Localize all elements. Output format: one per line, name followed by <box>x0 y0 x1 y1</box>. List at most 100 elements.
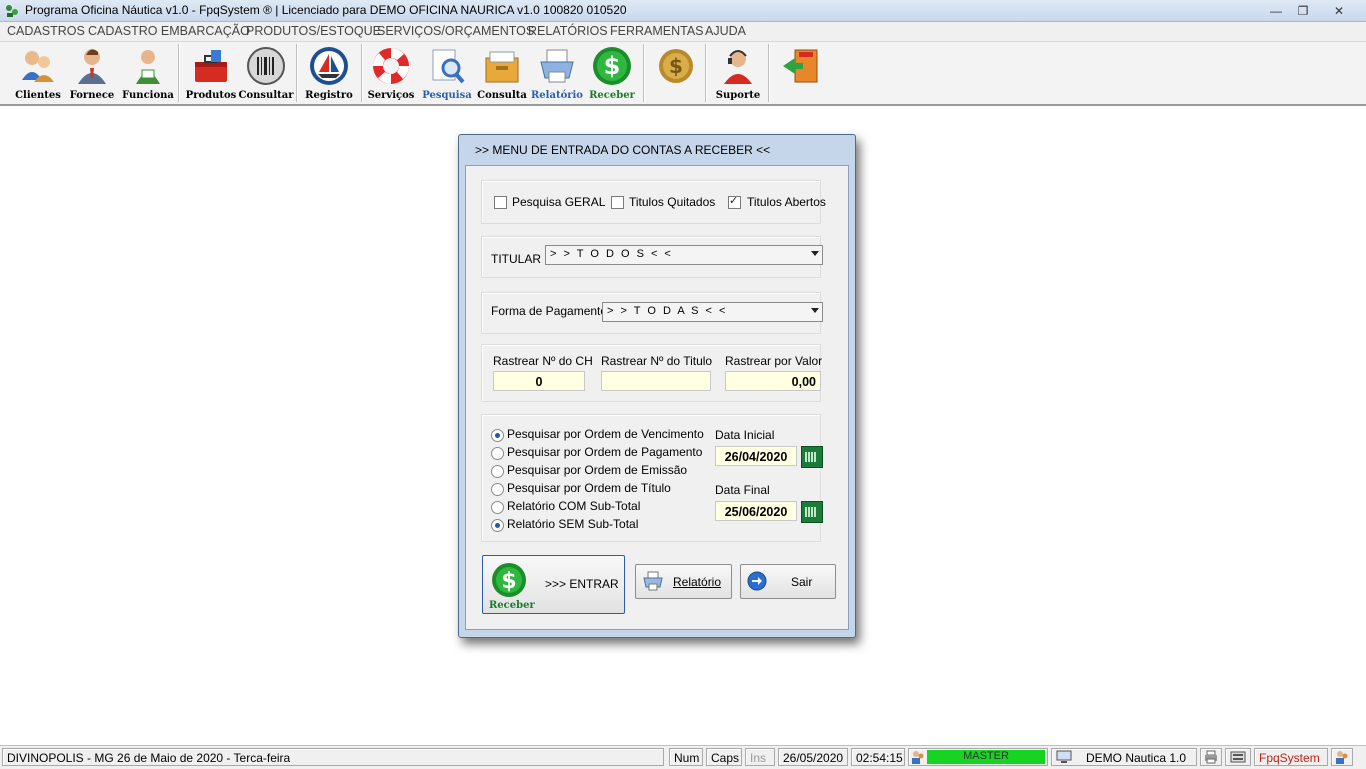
toolbar-relatorio[interactable]: Relatório <box>529 44 585 102</box>
toolbar-coins[interactable]: $ <box>648 44 704 102</box>
titular-select[interactable]: > > T O D O S < < <box>545 245 823 265</box>
toolbar-pesquisa[interactable]: Pesquisa <box>419 44 475 102</box>
printer-status-cell[interactable] <box>1200 748 1222 766</box>
data-inicial-label: Data Inicial <box>715 428 775 442</box>
keyboard-status-cell[interactable] <box>1225 748 1251 766</box>
filter-checkbox-group: Pesquisa GERAL Titulos Quitados Titulos … <box>481 180 826 224</box>
titulos-quitados-checkbox[interactable] <box>611 196 624 209</box>
minimize-button[interactable]: — <box>1262 1 1290 20</box>
data-final-input[interactable]: 25/06/2020 <box>715 501 797 521</box>
radio-ordem-vencimento[interactable] <box>491 429 504 442</box>
radio-ordem-emissao[interactable] <box>491 465 504 478</box>
toolbar-separator <box>705 44 707 102</box>
status-version-cell: DEMO Nautica 1.0 <box>1051 748 1197 766</box>
computer-icon <box>1056 750 1072 763</box>
toolbar-label: Clientes <box>15 90 61 101</box>
titulos-abertos-checkbox[interactable] <box>728 194 741 209</box>
radio-com-subtotal[interactable] <box>491 501 504 514</box>
toolbar-label: Serviços <box>367 90 415 101</box>
titulos-quitados-label: Titulos Quitados <box>629 195 716 209</box>
rastrear-ch-input[interactable]: 0 <box>493 371 585 391</box>
sair-button[interactable]: Sair <box>740 564 836 599</box>
toolbar-registro[interactable]: Registro <box>301 44 357 102</box>
restore-icon: ❐ <box>1297 3 1309 18</box>
toolbar-label: Consulta <box>477 90 527 101</box>
maximize-button[interactable]: ❐ <box>1289 1 1317 20</box>
ordem-emissao-label: Pesquisar por Ordem de Emissão <box>507 463 688 477</box>
toolbar-consultar[interactable]: Consultar <box>238 44 294 102</box>
calendar-icon[interactable] <box>801 501 823 523</box>
pesquisa-geral-checkbox[interactable] <box>494 196 507 209</box>
svg-text:$: $ <box>501 569 516 594</box>
toolbar: Clientes Fornece Funciona Produtos Consu… <box>0 42 1366 106</box>
users-status-cell[interactable] <box>1331 748 1353 766</box>
forma-pagamento-select[interactable]: > > T O D A S < < <box>602 302 823 322</box>
toolbar-produtos[interactable]: Produtos <box>183 44 239 102</box>
file-box-icon <box>485 51 519 83</box>
titular-group: TITULAR > > T O D O S < < <box>481 236 823 278</box>
toolbar-label: Funciona <box>122 90 174 101</box>
data-inicial-input[interactable]: 26/04/2020 <box>715 446 797 466</box>
close-button[interactable]: ✕ <box>1316 1 1362 20</box>
toolbar-receber[interactable]: $ Receber <box>584 44 640 102</box>
menu-ajuda[interactable]: AJUDA <box>705 24 746 38</box>
status-bar: DIVINOPOLIS - MG 26 de Maio de 2020 - Te… <box>0 745 1366 769</box>
ordem-vencimento-label: Pesquisar por Ordem de Vencimento <box>507 427 704 441</box>
keyboard-icon <box>1230 751 1246 763</box>
pesquisa-geral-label: Pesquisa GERAL <box>512 195 606 209</box>
toolbar-separator <box>296 44 298 102</box>
status-ins: Ins <box>745 748 775 766</box>
title-bar: Programa Oficina Náutica v1.0 - FpqSyste… <box>0 0 1366 22</box>
menu-ferramentas[interactable]: FERRAMENTAS <box>610 24 704 38</box>
titular-label: TITULAR <box>491 252 542 266</box>
printer-icon <box>643 571 663 591</box>
status-location: DIVINOPOLIS - MG 26 de Maio de 2020 - Te… <box>2 748 664 766</box>
toolbar-fornece[interactable]: Fornece <box>64 44 120 102</box>
menu-cadastros[interactable]: CADASTROS <box>7 24 85 38</box>
radio-ordem-pagamento[interactable] <box>491 447 504 460</box>
relatorio-label: Relatório <box>673 575 722 589</box>
menu-servicos-orcamentos[interactable]: SERVIÇOS/ORÇAMENTOS <box>377 24 534 38</box>
toolbar-exit[interactable] <box>773 44 829 102</box>
toolbar-label: Suporte <box>715 90 761 101</box>
status-caps: Caps <box>706 748 742 766</box>
status-user-cell: MASTER <box>908 748 1048 766</box>
menu-produtos-estoque[interactable]: PRODUTOS/ESTOQUE <box>246 24 381 38</box>
toolbar-label: Registro <box>305 90 353 101</box>
rastrear-valor-label: Rastrear por Valor <box>725 354 823 368</box>
user-icon <box>912 751 924 764</box>
close-icon: ✕ <box>1333 3 1345 18</box>
toolbar-label: Receber <box>589 90 635 101</box>
chevron-down-icon <box>811 308 819 313</box>
clients-icon <box>22 51 54 82</box>
status-date: 26/05/2020 <box>778 748 848 766</box>
status-user: MASTER <box>927 750 1045 764</box>
radio-sem-subtotal[interactable] <box>491 519 504 532</box>
toolbar-separator <box>178 44 180 102</box>
arrow-right-icon <box>747 571 767 591</box>
forma-pagamento-value: > > T O D A S < < <box>607 305 728 317</box>
menu-relatorios[interactable]: RELATÓRIOS <box>528 24 608 38</box>
relatorio-button[interactable]: Relatório <box>635 564 732 599</box>
users-icon <box>1336 751 1348 764</box>
rastrear-valor-input[interactable]: 0,00 <box>725 371 821 391</box>
magnifier-icon <box>432 49 465 84</box>
toolbar-label: Produtos <box>185 90 237 101</box>
toolbar-servicos[interactable]: Serviços <box>363 44 419 102</box>
entrar-button[interactable]: $ Receber >>> ENTRAR <box>482 555 625 614</box>
toolbar-label: Consultar <box>238 90 294 101</box>
calendar-icon[interactable] <box>801 446 823 468</box>
pagamento-group: Forma de Pagamento > > T O D A S < < <box>481 292 823 334</box>
data-final-label: Data Final <box>715 483 770 497</box>
status-version: DEMO Nautica 1.0 <box>1086 751 1187 765</box>
toolbar-suporte[interactable]: Suporte <box>710 44 766 102</box>
rastrear-titulo-input[interactable] <box>601 371 711 391</box>
toolbar-clientes[interactable]: Clientes <box>10 44 66 102</box>
svg-text:$: $ <box>669 54 683 78</box>
radio-ordem-titulo[interactable] <box>491 483 504 496</box>
toolbar-funciona[interactable]: Funciona <box>120 44 176 102</box>
sailboat-icon <box>310 47 348 85</box>
sem-subtotal-label: Relatório SEM Sub-Total <box>507 517 639 531</box>
toolbar-consulta[interactable]: Consulta <box>474 44 530 102</box>
menu-cadastro-embarcacao[interactable]: CADASTRO EMBARCAÇÃO <box>88 24 250 38</box>
